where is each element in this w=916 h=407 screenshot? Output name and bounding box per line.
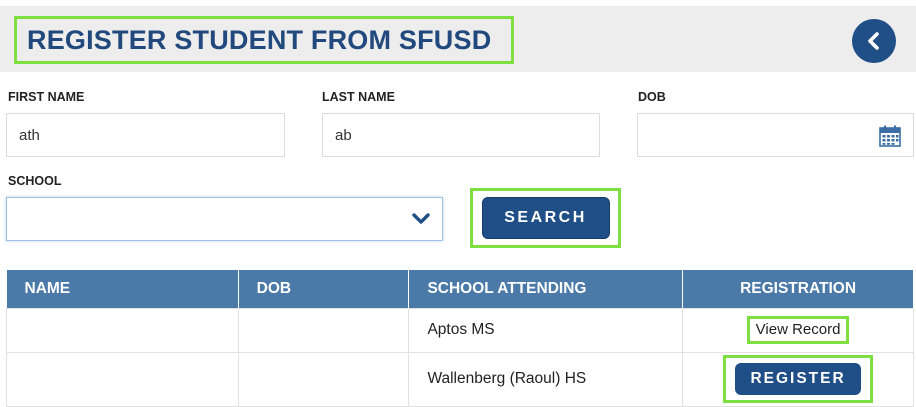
school-select[interactable] (6, 197, 443, 241)
column-header-registration: REGISTRATION (682, 270, 914, 308)
chevron-down-icon (412, 213, 430, 224)
back-button[interactable] (852, 19, 896, 63)
column-header-name: NAME (6, 270, 239, 308)
register-highlight: REGISTER (723, 355, 874, 403)
first-name-input[interactable]: ath (6, 113, 285, 157)
chevron-left-icon (868, 32, 879, 50)
page-title: REGISTER STUDENT FROM SFUSD (27, 24, 492, 55)
last-name-input[interactable]: ab (322, 113, 600, 157)
cell-registration: REGISTER (682, 351, 914, 407)
search-highlight: SEARCH (470, 188, 621, 248)
table-header-row: NAME DOB SCHOOL ATTENDING REGISTRATION (6, 270, 914, 308)
table-row: Aptos MS View Record (6, 307, 914, 353)
column-header-dob: DOB (238, 270, 410, 308)
search-button[interactable]: SEARCH (481, 197, 610, 239)
cell-dob (237, 307, 410, 353)
cell-school: Aptos MS (408, 307, 684, 353)
dob-label: DOB (638, 90, 666, 104)
dob-input[interactable] (637, 113, 914, 157)
register-button[interactable]: REGISTER (735, 363, 862, 395)
view-record-link[interactable]: View Record (746, 316, 850, 344)
cell-name (6, 351, 239, 407)
title-highlight: REGISTER STUDENT FROM SFUSD (14, 16, 514, 64)
first-name-label: FIRST NAME (8, 90, 85, 104)
cell-registration: View Record (682, 307, 914, 353)
calendar-icon[interactable] (879, 125, 901, 147)
table-row: Wallenberg (Raoul) HS REGISTER (6, 351, 914, 407)
school-label: SCHOOL (8, 174, 62, 188)
last-name-label: LAST NAME (322, 90, 395, 104)
cell-name (6, 307, 239, 353)
cell-dob (237, 351, 410, 407)
column-header-school: SCHOOL ATTENDING (408, 270, 684, 308)
page-header: REGISTER STUDENT FROM SFUSD (0, 6, 916, 72)
cell-school: Wallenberg (Raoul) HS (408, 351, 684, 407)
results-table: NAME DOB SCHOOL ATTENDING REGISTRATION A… (6, 270, 914, 407)
